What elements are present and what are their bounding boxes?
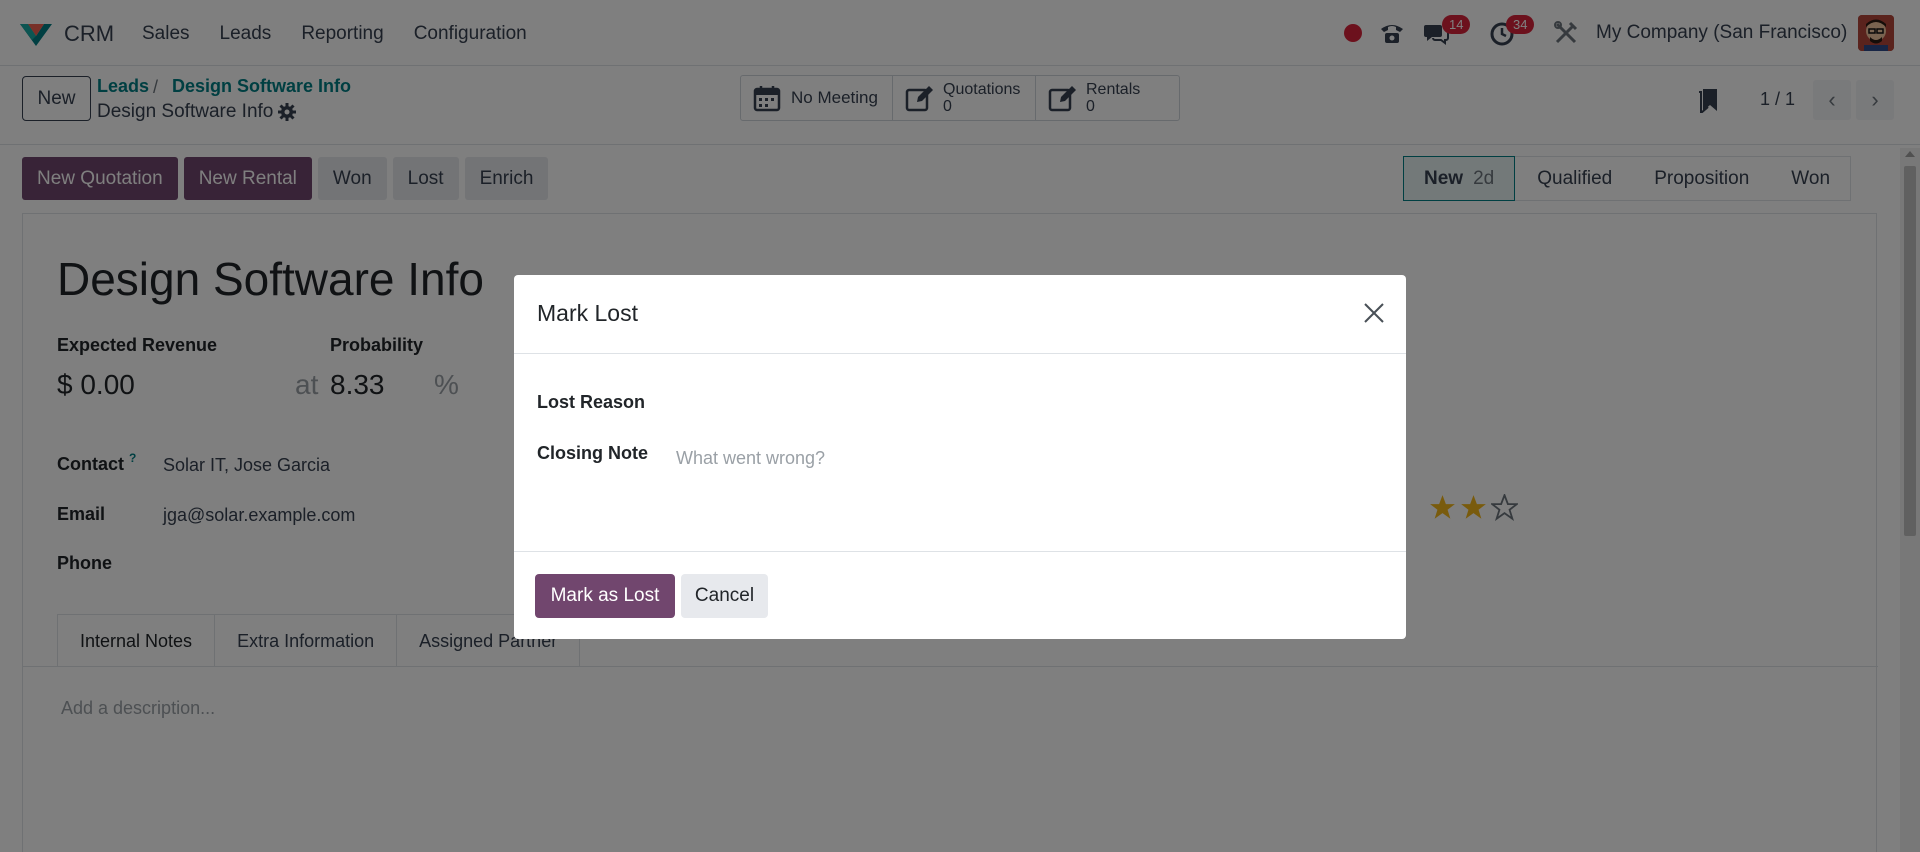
close-icon[interactable] xyxy=(1360,299,1388,327)
cancel-button[interactable]: Cancel xyxy=(681,574,768,618)
mark-as-lost-button[interactable]: Mark as Lost xyxy=(535,574,675,618)
closing-note-label: Closing Note xyxy=(537,443,648,463)
dialog-title: Mark Lost xyxy=(537,300,638,326)
closing-note-input[interactable] xyxy=(676,443,1376,473)
lost-reason-label: Lost Reason xyxy=(537,392,646,412)
dialog-header: Mark Lost xyxy=(514,275,1406,354)
dialog-footer: Mark as Lost Cancel xyxy=(514,551,1406,639)
mark-lost-dialog: Mark Lost Lost Reason Closing Note Mark … xyxy=(514,275,1406,639)
lost-reason-field[interactable] xyxy=(676,387,1376,417)
